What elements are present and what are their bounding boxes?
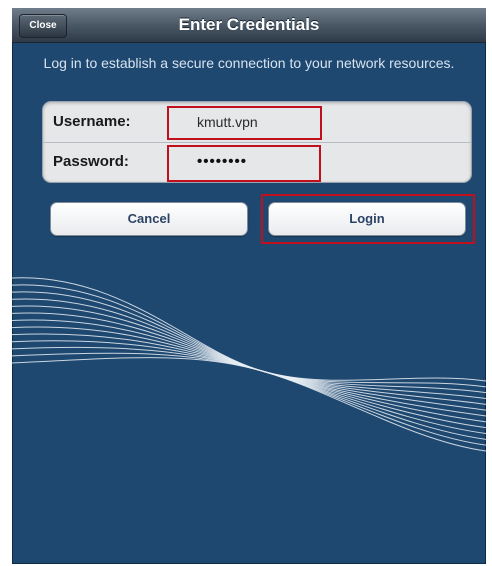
cancel-button[interactable]: Cancel <box>50 202 248 236</box>
wave-line <box>12 298 486 399</box>
login-message: Log in to establish a secure connection … <box>43 55 455 71</box>
close-button[interactable]: Close <box>19 14 67 38</box>
dialog-title: Enter Credentials <box>178 15 320 34</box>
wave-line <box>12 312 486 411</box>
login-highlight-box <box>261 194 475 244</box>
username-label: Username: <box>53 113 131 130</box>
decorative-wave-lines <box>12 277 486 452</box>
wave-line <box>12 346 486 440</box>
wave-line <box>12 284 486 388</box>
password-highlight-box <box>167 145 321 182</box>
credentials-dialog: Enter Credentials Close Log in to establ… <box>12 8 486 564</box>
wave-line <box>12 333 486 429</box>
wave-line <box>12 357 486 452</box>
title-bar: Enter Credentials Close <box>12 8 486 43</box>
password-label: Password: <box>53 153 129 170</box>
wave-line <box>12 291 486 394</box>
wave-line <box>12 305 486 405</box>
username-highlight-box <box>167 106 322 140</box>
